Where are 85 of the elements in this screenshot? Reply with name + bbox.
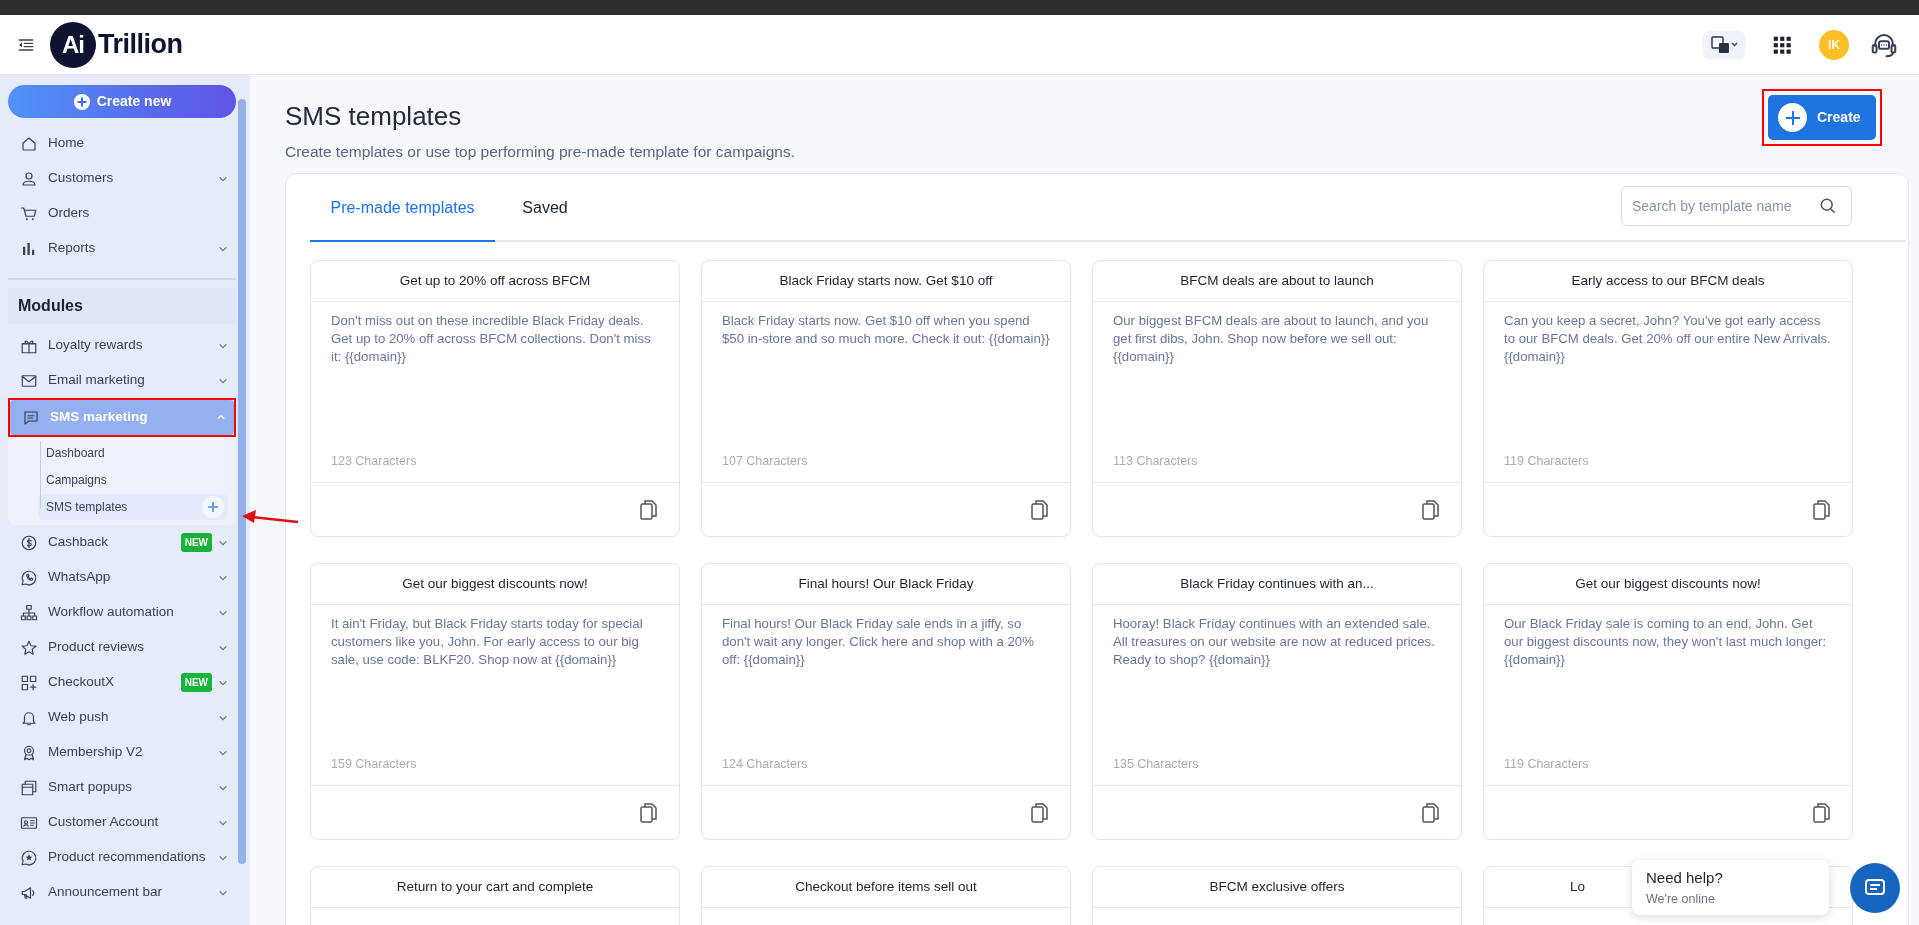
submenu-item[interactable]: Dashboard xyxy=(46,444,105,462)
template-message: Our biggest BFCM deals are about to launch, and you get first dibs, John. Shop now before we sell out: {{domain}} xyxy=(1113,312,1430,367)
template-message: Hooray! Black Friday continues with an extended sale. All treasures on our website are now at reduced prices. Ready to shop? {{domain}} xyxy=(1113,615,1436,670)
template-message: Can you keep a secret, John? You've got early access to our BFCM deals. Get 20% off our entire New Arrivals. {{domain}} xyxy=(1504,312,1832,367)
nav-item-label[interactable]: Membership V2 xyxy=(48,742,218,763)
dollar-coin-icon xyxy=(20,533,38,552)
submenu-item[interactable]: Campaigns xyxy=(46,471,107,489)
nav-item-label[interactable]: Product recommendations xyxy=(48,847,218,868)
tab[interactable]: Pre-made templates xyxy=(310,176,495,243)
translate-button[interactable] xyxy=(1703,30,1745,59)
hierarchy-icon xyxy=(20,603,38,622)
template-title: Get our biggest discounts now! xyxy=(1484,564,1852,606)
template-title: Early access to our BFCM deals xyxy=(1484,261,1852,303)
search-field[interactable]: Search by template name xyxy=(1621,186,1852,227)
speech-bubble-icon xyxy=(20,568,38,587)
nav-item-label[interactable]: CheckoutX xyxy=(48,672,181,693)
nav-item-label[interactable]: Smart popups xyxy=(48,777,218,798)
nav-item-label[interactable]: Orders xyxy=(48,203,228,224)
nav-item-label[interactable]: Announcement bar xyxy=(48,882,218,903)
plus-icon xyxy=(207,501,219,513)
plus-circle-icon xyxy=(72,92,91,111)
nav-item-label[interactable]: Customers xyxy=(48,168,218,189)
nav-item-label[interactable]: Loyalty rewards xyxy=(48,335,218,356)
character-count: 113 Characters xyxy=(1113,452,1199,470)
logo-mark: Ai xyxy=(50,21,96,68)
help-title: Need help? xyxy=(1646,868,1724,888)
copy-button[interactable] xyxy=(1421,801,1441,824)
template-message: Final hours! Our Black Friday sale ends in a jiffy, so don't wait any longer. Click here and shop with a 20% off: {{domain}} xyxy=(722,615,1035,670)
nav-item-label[interactable]: Reports xyxy=(48,238,218,259)
template-title: BFCM exclusive offers xyxy=(1093,867,1461,909)
submenu-item-label[interactable]: SMS templates xyxy=(46,498,128,516)
nav-item-label[interactable]: Web push xyxy=(48,707,218,728)
online-status: We're online xyxy=(1646,890,1716,908)
copy-button[interactable] xyxy=(1812,498,1832,521)
nav-item-label[interactable]: Product reviews xyxy=(48,637,218,658)
nav-item-label[interactable]: Home xyxy=(48,133,228,154)
character-count: 159 Characters xyxy=(331,755,418,773)
character-count: 135 Characters xyxy=(1113,755,1200,773)
nav-item-label[interactable]: Workflow automation xyxy=(48,602,218,623)
scrollbar[interactable] xyxy=(238,99,246,864)
template-title: Checkout before items sell out xyxy=(702,867,1070,909)
squares-plus-icon xyxy=(20,673,38,692)
logo-text: Trillion xyxy=(98,28,183,62)
template-message: Black Friday starts now. Get $10 off when you spend $50 in-store and so much more. Check it out: {{domain}} xyxy=(722,312,1050,349)
character-count: 123 Characters xyxy=(331,452,418,470)
section-heading: Modules xyxy=(8,288,236,324)
stacked-windows-icon xyxy=(20,778,38,797)
create-new-button[interactable]: Create new xyxy=(8,85,236,118)
new-badge: NEW xyxy=(180,673,212,692)
cart-icon xyxy=(20,204,38,223)
template-title: Get up to 20% off across BFCM xyxy=(311,261,679,303)
new-badge: NEW xyxy=(180,533,212,552)
copy-button[interactable] xyxy=(639,498,659,521)
nav-item-label[interactable]: Cashback xyxy=(48,532,181,553)
template-title: BFCM deals are about to launch xyxy=(1093,261,1461,303)
character-count: 119 Characters xyxy=(1504,755,1590,773)
template-title: Get our biggest discounts now! xyxy=(311,564,679,606)
copy-button[interactable] xyxy=(1030,498,1050,521)
template-title: Final hours! Our Black Friday xyxy=(702,564,1070,606)
copy-button[interactable] xyxy=(1421,498,1441,521)
copy-button[interactable] xyxy=(1812,801,1832,824)
template-message: Don't miss out on these incredible Black Friday deals. Get up to 20% off across BFCM collections. Don't miss it: {{domain}} xyxy=(331,312,652,367)
template-title: Black Friday starts now. Get $10 off xyxy=(702,261,1070,303)
page-title: SMS templates xyxy=(285,101,463,133)
template-message: It ain't Friday, but Black Friday starts today for special customers like you, John. For early access to our big sale, use code: BLKF20. Shop now at {{domain}} xyxy=(331,615,644,670)
nav-item-label[interactable]: Email marketing xyxy=(48,370,218,391)
character-count: 107 Characters xyxy=(722,452,809,470)
plus-circle-icon xyxy=(1778,103,1807,132)
star-bubble-icon xyxy=(20,848,38,867)
copy-button[interactable] xyxy=(1030,801,1050,824)
template-message: Our Black Friday sale is coming to an end, John. Get our biggest discounts now, they won't last much longer: {{domain}} xyxy=(1504,615,1828,670)
template-title: Return to your cart and complete xyxy=(311,867,679,909)
page-subtitle: Create templates or use top performing pre-made template for campaigns. xyxy=(285,142,796,163)
copy-button[interactable] xyxy=(639,801,659,824)
nav-item-label[interactable]: Customer Account xyxy=(48,812,218,833)
create-button[interactable]: Create xyxy=(1768,95,1876,140)
nav-item-label[interactable]: WhatsApp xyxy=(48,567,218,588)
character-count: 119 Characters xyxy=(1504,452,1590,470)
chat-bubble-icon xyxy=(22,408,40,427)
character-count: 124 Characters xyxy=(722,755,809,773)
submenu-item-highlight[interactable]: SMS templates xyxy=(38,494,228,520)
template-title: Black Friday continues with an... xyxy=(1093,564,1461,606)
star-icon xyxy=(20,638,38,657)
tab[interactable]: Saved xyxy=(495,176,595,243)
person-icon xyxy=(20,169,38,188)
